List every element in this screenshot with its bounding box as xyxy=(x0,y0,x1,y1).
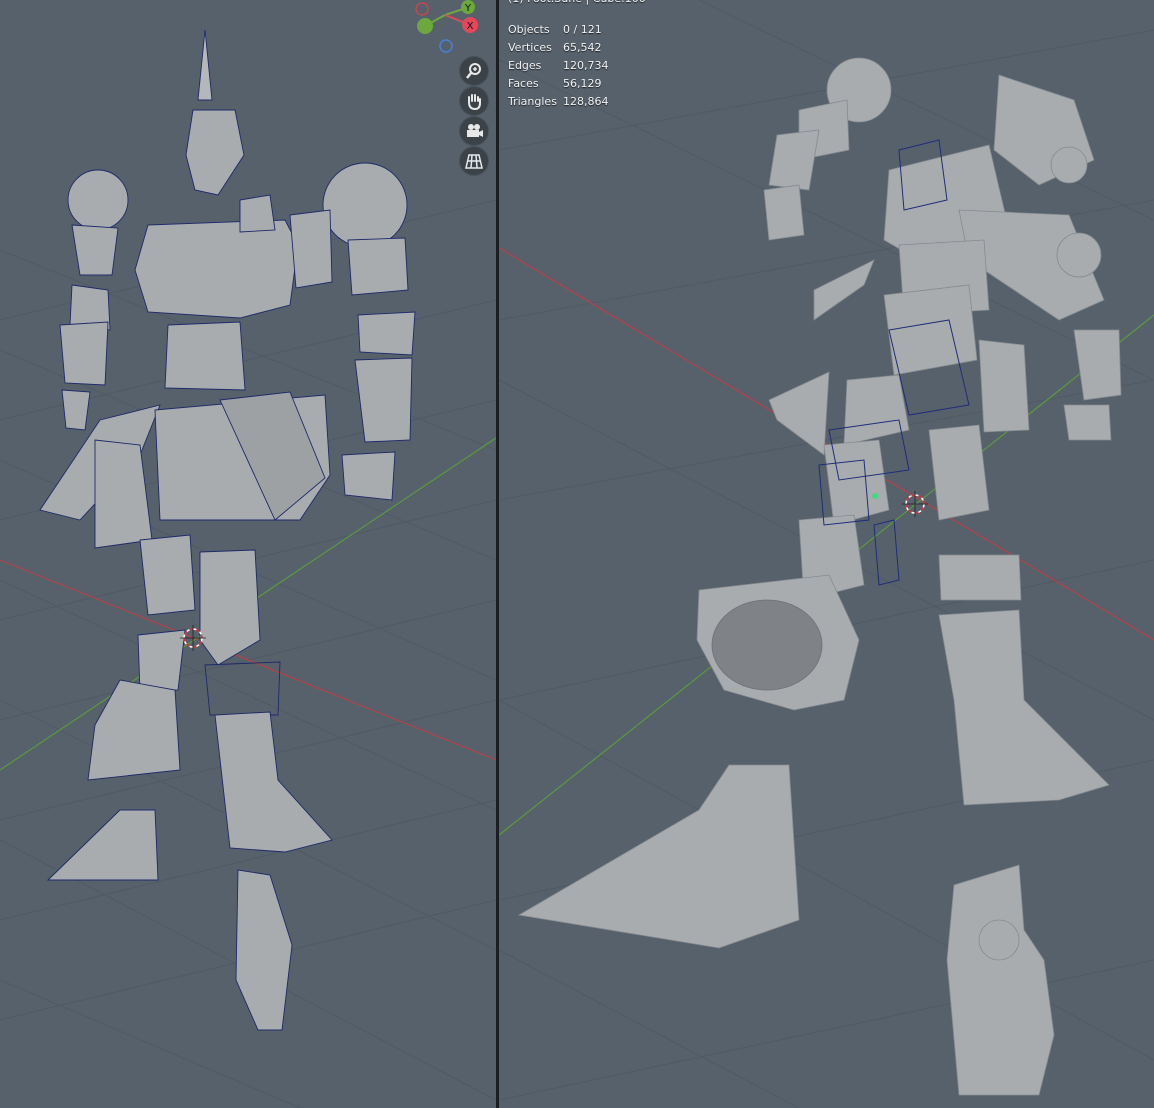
grid-icon xyxy=(465,154,483,169)
camera-icon xyxy=(467,124,483,137)
gizmo-y-label: Y xyxy=(464,3,472,14)
stat-label: Vertices xyxy=(508,41,552,54)
gizmo-x-neg xyxy=(415,2,429,16)
pan-button[interactable] xyxy=(460,87,488,115)
stat-value: 128,864 xyxy=(563,95,609,108)
zoom-button[interactable] xyxy=(460,57,488,85)
viewport-left-canvas[interactable] xyxy=(0,0,496,1108)
ortho-toggle-button[interactable] xyxy=(460,147,488,175)
gizmo-z-neg xyxy=(439,39,453,53)
stat-row: Edges 120,734 xyxy=(508,57,609,75)
stat-value: 0 / 121 xyxy=(563,23,602,36)
axis-gizmo[interactable]: Y X xyxy=(410,0,490,60)
hand-pan-icon xyxy=(468,94,481,111)
camera-view-button[interactable] xyxy=(460,117,488,145)
viewport-left[interactable]: Y X xyxy=(0,0,496,1108)
viewport-right-canvas[interactable] xyxy=(499,0,1154,1108)
stat-row: Triangles 128,864 xyxy=(508,93,609,111)
stat-label: Objects xyxy=(508,23,550,36)
stat-row: Objects 0 / 121 xyxy=(508,21,602,39)
stat-label: Faces xyxy=(508,77,539,90)
gizmo-y-neg xyxy=(417,18,433,34)
stat-value: 120,734 xyxy=(563,59,609,72)
active-object-label: (1) Foot.Sune | Cube.166 xyxy=(508,0,646,8)
gizmo-x-label: X xyxy=(467,21,474,32)
stat-row: Faces 56,129 xyxy=(508,75,602,93)
stat-label: Edges xyxy=(508,59,542,72)
stat-row: Vertices 65,542 xyxy=(508,39,602,57)
stat-label: Triangles xyxy=(508,95,557,108)
blender-window: Y X Objects 0 / 121 Vertices 65,542 Edge… xyxy=(0,0,1154,1108)
origin-point xyxy=(872,493,878,499)
stat-value: 56,129 xyxy=(563,77,602,90)
zoom-icon xyxy=(466,63,481,79)
viewport-right[interactable]: (1) Foot.Sune | Cube.166 Objects0 / 121 … xyxy=(499,0,1154,1108)
stat-value: 65,542 xyxy=(563,41,602,54)
